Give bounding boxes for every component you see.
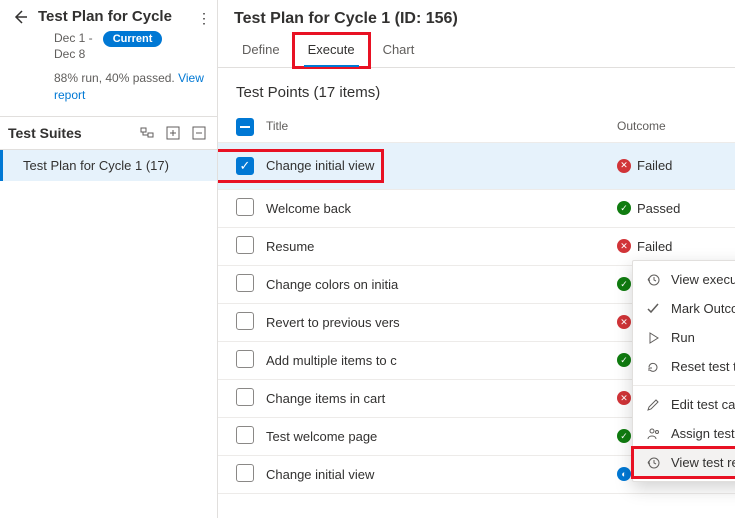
row-title: Change colors on initia (266, 277, 398, 292)
menu-label: View execution history (671, 272, 735, 287)
row-title: Revert to previous vers (266, 315, 400, 330)
table-row[interactable]: ✓ Change initial view ✕ Failed (218, 143, 735, 190)
main-panel: Test Plan for Cycle 1 (ID: 156) Define E… (218, 0, 735, 518)
page-title: Test Plan for Cycle 1 (ID: 156) (218, 0, 735, 34)
run-stats: 88% run, 40% passed. View report (54, 70, 205, 104)
row-title: Change initial view (266, 467, 374, 482)
menu-label: Edit test case (671, 397, 735, 412)
outcome-text: Failed (637, 239, 672, 254)
row-checkbox[interactable] (236, 274, 254, 292)
fail-icon: ✕ (617, 239, 631, 253)
row-outcome: ✓ Passed (617, 201, 717, 216)
row-checkbox[interactable] (236, 350, 254, 368)
fail-icon: ✕ (617, 391, 631, 405)
row-checkbox[interactable] (236, 426, 254, 444)
suites-header: Test Suites (0, 116, 217, 150)
menu-run[interactable]: Run (633, 323, 735, 352)
row-title: Change initial view (266, 158, 374, 173)
row-title: Resume (266, 239, 314, 254)
row-checkbox[interactable]: ✓ (236, 157, 254, 175)
progress-icon: ◐ (617, 467, 631, 481)
tab-define[interactable]: Define (228, 34, 294, 67)
add-suite-icon[interactable] (163, 123, 183, 143)
sidebar-title: Test Plan for Cycle (38, 8, 172, 25)
pencil-icon (645, 398, 661, 412)
table-row[interactable]: Welcome back ✓ Passed (218, 190, 735, 228)
person-icon (645, 427, 661, 441)
play-icon (645, 331, 661, 345)
suite-tree-icon[interactable] (137, 123, 157, 143)
date-start: Dec 1 - (54, 31, 93, 47)
suite-item[interactable]: Test Plan for Cycle 1 (17) (0, 150, 217, 181)
outcome-text: Failed (637, 158, 672, 173)
menu-view-result[interactable]: View test result (633, 448, 735, 477)
result-icon (645, 456, 661, 470)
menu-label: View test result (671, 455, 735, 470)
outcome-text: Passed (637, 201, 680, 216)
collapse-suite-icon[interactable] (189, 123, 209, 143)
menu-assign[interactable]: Assign tester (633, 419, 735, 448)
row-checkbox[interactable] (236, 198, 254, 216)
menu-view-history[interactable]: View execution history (633, 265, 735, 294)
row-title: Welcome back (266, 201, 351, 216)
row-checkbox[interactable] (236, 388, 254, 406)
row-title: Add multiple items to c (266, 353, 397, 368)
menu-reset[interactable]: Reset test to active (633, 352, 735, 381)
check-icon (645, 302, 661, 316)
date-range: Dec 1 - Dec 8 (54, 31, 93, 62)
row-title: Test welcome page (266, 429, 377, 444)
select-all-checkbox[interactable] (236, 118, 254, 136)
sidebar-header: Test Plan for Cycle ⋮ Dec 1 - Dec 8 Curr… (0, 0, 217, 116)
pass-icon: ✓ (617, 353, 631, 367)
row-outcome: ✕ Failed (617, 239, 717, 254)
tab-bar: Define Execute Chart (218, 34, 735, 68)
tab-chart[interactable]: Chart (369, 34, 429, 67)
pass-icon: ✓ (617, 277, 631, 291)
history-icon (645, 273, 661, 287)
col-outcome[interactable]: Outcome (617, 119, 717, 133)
section-title: Test Points (17 items) (218, 68, 735, 111)
menu-label: Run (671, 330, 695, 345)
menu-edit[interactable]: Edit test case (633, 390, 735, 419)
row-checkbox[interactable] (236, 312, 254, 330)
menu-label: Reset test to active (671, 359, 735, 374)
fail-icon: ✕ (617, 159, 631, 173)
reset-icon (645, 360, 661, 374)
content-area: Test Points (17 items) Title Outcome ✓ Ch… (218, 68, 735, 518)
menu-mark-outcome[interactable]: Mark Outcome (633, 294, 735, 323)
menu-separator (633, 385, 735, 386)
context-menu: View execution history Mark Outcome Run … (632, 260, 735, 482)
row-checkbox[interactable] (236, 236, 254, 254)
row-checkbox[interactable] (236, 464, 254, 482)
current-badge: Current (103, 31, 163, 47)
stats-text: 88% run, 40% passed. (54, 71, 178, 85)
row-outcome: ✕ Failed (617, 158, 717, 173)
menu-label: Mark Outcome (671, 301, 735, 316)
fail-icon: ✕ (617, 315, 631, 329)
row-title: Change items in cart (266, 391, 385, 406)
tab-execute[interactable]: Execute (294, 34, 369, 67)
pass-icon: ✓ (617, 201, 631, 215)
more-icon[interactable]: ⋮ (197, 10, 211, 27)
suites-label: Test Suites (8, 125, 131, 141)
sidebar: Test Plan for Cycle ⋮ Dec 1 - Dec 8 Curr… (0, 0, 218, 518)
pass-icon: ✓ (617, 429, 631, 443)
table-header: Title Outcome (218, 111, 735, 143)
menu-label: Assign tester (671, 426, 735, 441)
col-title[interactable]: Title (266, 119, 617, 133)
date-end: Dec 8 (54, 47, 93, 63)
back-icon[interactable] (12, 9, 28, 25)
